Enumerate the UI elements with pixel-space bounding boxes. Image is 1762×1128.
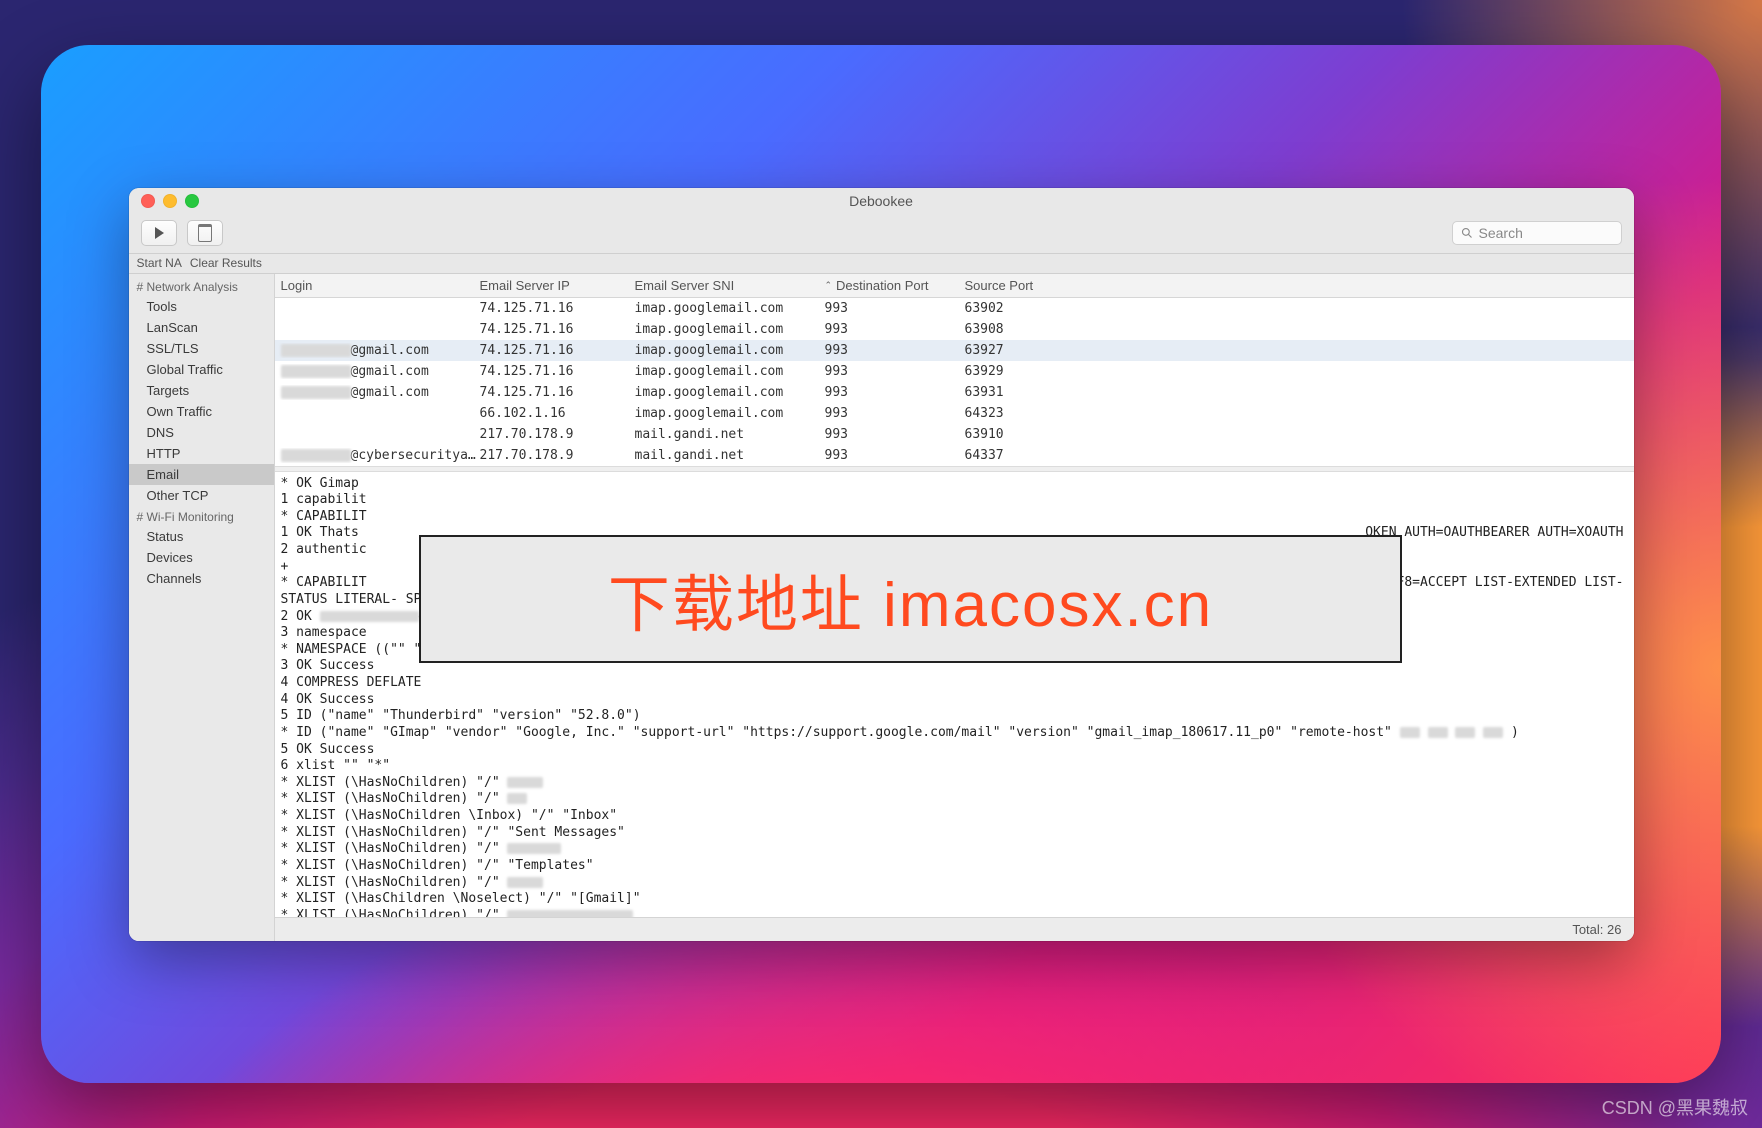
table-row[interactable]: @gmail.com74.125.71.16imap.googlemail.co…	[275, 361, 1634, 382]
sidebar-heading-network: # Network Analysis	[129, 276, 274, 296]
titlebar[interactable]: Debookee	[129, 188, 1634, 214]
table-row[interactable]: 74.125.71.16imap.googlemail.com99363902	[275, 298, 1634, 319]
table-row[interactable]: @cybersecurityallia…217.70.178.9mail.gan…	[275, 445, 1634, 466]
table-row[interactable]: 66.102.1.16imap.googlemail.com99364323	[275, 403, 1634, 424]
table-row[interactable]: 217.70.178.9mail.gandi.net99363910	[275, 424, 1634, 445]
sidebar-item-owntraffic[interactable]: Own Traffic	[129, 401, 274, 422]
start-button[interactable]	[141, 220, 177, 246]
sidebar-item-dns[interactable]: DNS	[129, 422, 274, 443]
search-icon	[1461, 227, 1473, 239]
column-headers: Login Email Server IP Email Server SNI ⌃…	[275, 274, 1634, 298]
desktop-wallpaper: Debookee Search Start NA Clear Results #…	[0, 0, 1762, 1128]
sidebar-item-othertcp[interactable]: Other TCP	[129, 485, 274, 506]
col-ip[interactable]: Email Server IP	[480, 278, 635, 293]
download-watermark-overlay: 下载地址 imacosx.cn	[419, 535, 1402, 663]
col-dst[interactable]: ⌃Destination Port	[825, 278, 965, 293]
search-placeholder: Search	[1479, 225, 1523, 241]
total-value: 26	[1607, 922, 1621, 937]
sidebar-heading-wifi: # Wi-Fi Monitoring	[129, 506, 274, 526]
toolbar: Search	[129, 214, 1634, 254]
table-row[interactable]: @gmail.com74.125.71.16imap.googlemail.co…	[275, 382, 1634, 403]
clear-results-label[interactable]: Clear Results	[190, 256, 262, 270]
status-footer: Total: 26	[275, 917, 1634, 941]
table-row[interactable]: 74.125.71.16imap.googlemail.com99363908	[275, 319, 1634, 340]
sort-caret-icon: ⌃	[825, 280, 833, 291]
sidebar-item-lanscan[interactable]: LanScan	[129, 317, 274, 338]
table-body: 74.125.71.16imap.googlemail.com993639027…	[275, 298, 1634, 466]
start-na-label[interactable]: Start NA	[137, 256, 182, 270]
sidebar-item-targets[interactable]: Targets	[129, 380, 274, 401]
sidebar-item-tools[interactable]: Tools	[129, 296, 274, 317]
window-title: Debookee	[849, 193, 913, 209]
sidebar-item-ssltls[interactable]: SSL/TLS	[129, 338, 274, 359]
sidebar-item-http[interactable]: HTTP	[129, 443, 274, 464]
sidebar-item-channels[interactable]: Channels	[129, 568, 274, 589]
col-sni[interactable]: Email Server SNI	[635, 278, 825, 293]
toolbar-labels: Start NA Clear Results	[129, 254, 1634, 274]
col-login[interactable]: Login	[275, 278, 480, 293]
close-icon[interactable]	[141, 194, 155, 208]
sidebar-item-email[interactable]: Email	[129, 464, 274, 485]
sidebar-item-status[interactable]: Status	[129, 526, 274, 547]
csdn-watermark: CSDN @黑果魏叔	[1602, 1094, 1748, 1120]
traffic-lights	[141, 194, 199, 208]
sidebar-item-devices[interactable]: Devices	[129, 547, 274, 568]
sidebar-item-globaltraffic[interactable]: Global Traffic	[129, 359, 274, 380]
clear-button[interactable]	[187, 220, 223, 246]
col-src[interactable]: Source Port	[965, 278, 1634, 293]
table-row[interactable]: @gmail.com74.125.71.16imap.googlemail.co…	[275, 340, 1634, 361]
zoom-icon[interactable]	[185, 194, 199, 208]
search-input[interactable]: Search	[1452, 221, 1622, 245]
sidebar: # Network Analysis ToolsLanScanSSL/TLSGl…	[129, 274, 275, 941]
presentation-card: Debookee Search Start NA Clear Results #…	[41, 45, 1721, 1083]
minimize-icon[interactable]	[163, 194, 177, 208]
total-label: Total:	[1572, 922, 1603, 937]
